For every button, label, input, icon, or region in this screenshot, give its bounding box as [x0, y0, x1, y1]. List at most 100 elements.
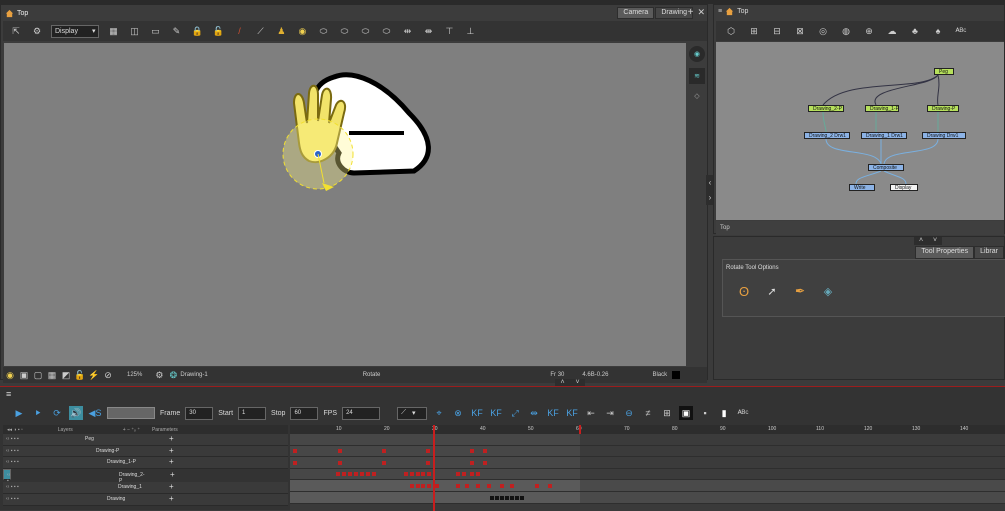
- abc-2-icon[interactable]: ᴬᴮᶜ: [736, 406, 750, 420]
- node-drawing-2-p[interactable]: Drawing_2-P: [808, 105, 844, 112]
- keyframe[interactable]: [510, 495, 514, 500]
- line-icon[interactable]: ⟋: [253, 24, 267, 38]
- tree-2-icon[interactable]: ♠: [931, 24, 945, 38]
- frame-track[interactable]: [290, 434, 1005, 446]
- kf-2-icon[interactable]: KF: [489, 406, 503, 420]
- square-icon[interactable]: ▮: [717, 406, 731, 420]
- keyframe[interactable]: [336, 472, 340, 477]
- add-parameter-icon[interactable]: +: [169, 482, 174, 491]
- frame-track[interactable]: [290, 480, 1005, 492]
- keyframe[interactable]: [421, 472, 425, 477]
- align-3-icon[interactable]: ⊥: [463, 24, 477, 38]
- lasso-icon[interactable]: ʘ: [735, 282, 753, 300]
- frame-track[interactable]: [290, 492, 1005, 504]
- fps-input[interactable]: 24: [342, 406, 381, 420]
- nodes-icon[interactable]: ⊞: [747, 24, 761, 38]
- split-icon[interactable]: ⊞: [660, 406, 674, 420]
- keyframe[interactable]: [404, 472, 408, 477]
- menu-icon[interactable]: ≡: [718, 8, 722, 15]
- loop-icon[interactable]: ⟳: [50, 406, 64, 420]
- diamond-icon[interactable]: ◇: [689, 89, 705, 103]
- grid-2-icon[interactable]: ▦: [45, 368, 59, 382]
- keyframe[interactable]: [427, 483, 431, 488]
- keyframe[interactable]: [476, 483, 480, 488]
- no-icon[interactable]: ⊘: [101, 368, 115, 382]
- play-selection-icon[interactable]: ⯈: [31, 406, 45, 420]
- nodes-2-icon[interactable]: ⊟: [770, 24, 784, 38]
- bulb-icon[interactable]: ◉: [295, 24, 309, 38]
- keyframe[interactable]: [372, 472, 376, 477]
- kf-3-icon[interactable]: KF: [546, 406, 560, 420]
- ease-2-icon[interactable]: ≠: [641, 406, 655, 420]
- layer-controls[interactable]: ‹‹ ▪ ▪ ▪: [6, 496, 19, 502]
- node-display[interactable]: Display: [890, 184, 918, 191]
- keyframe[interactable]: [416, 483, 420, 488]
- playhead[interactable]: [433, 425, 435, 511]
- close-icon[interactable]: ✕: [697, 7, 705, 18]
- keyframe[interactable]: [427, 472, 431, 477]
- ellipse-4-icon[interactable]: ⬭: [379, 24, 393, 38]
- dot-icon[interactable]: ▪: [698, 406, 712, 420]
- ellipse-icon[interactable]: ⬭: [316, 24, 330, 38]
- light-icon[interactable]: ◉: [3, 368, 17, 382]
- keyframe[interactable]: [535, 483, 539, 488]
- keyframe[interactable]: [416, 472, 420, 477]
- keyframe[interactable]: [360, 472, 364, 477]
- abc-icon[interactable]: ᴬᴮᶜ: [954, 24, 968, 38]
- node-composite[interactable]: Composite: [868, 164, 904, 171]
- cloud-icon[interactable]: ☁: [885, 24, 899, 38]
- layer-row[interactable]: ‹‹ ▪ ▪ ▪ Drawing_1 +: [3, 482, 288, 494]
- sphere-2-icon[interactable]: ◍: [839, 24, 853, 38]
- frame-track[interactable]: [290, 457, 1005, 469]
- chevron-up-2-icon[interactable]: ˄: [919, 237, 923, 245]
- nodes-3-icon[interactable]: ⊠: [793, 24, 807, 38]
- keyframe[interactable]: [470, 449, 474, 454]
- keyframe[interactable]: [505, 495, 509, 500]
- peg-icon[interactable]: ⬡: [724, 24, 738, 38]
- onion-skin-icon[interactable]: ◫: [127, 24, 141, 38]
- chevron-left-icon[interactable]: ‹: [709, 178, 712, 187]
- keyframe[interactable]: [382, 460, 386, 465]
- safe-area-icon[interactable]: ▢: [31, 368, 45, 382]
- node-drawing-2-drw[interactable]: Drawing_2 Drw1: [804, 132, 850, 139]
- keyframe[interactable]: [515, 495, 519, 500]
- layer-controls[interactable]: ‹‹ ▪ ▪ ▪: [6, 459, 19, 465]
- camera-mask-icon[interactable]: ◩: [59, 368, 73, 382]
- stop-input[interactable]: 60: [290, 406, 319, 420]
- ease-icon[interactable]: ⊖: [622, 406, 636, 420]
- add-tab-icon[interactable]: +: [688, 7, 694, 18]
- keyframe[interactable]: [382, 449, 386, 454]
- start-input[interactable]: 1: [238, 406, 267, 420]
- keyframe[interactable]: [338, 460, 342, 465]
- play-icon[interactable]: ▶: [12, 406, 26, 420]
- frame-nav-2-icon[interactable]: ⇥: [603, 406, 617, 420]
- tree-icon[interactable]: ♣: [908, 24, 922, 38]
- ellipse-3-icon[interactable]: ⬭: [358, 24, 372, 38]
- keyframe[interactable]: [366, 472, 370, 477]
- brush-icon[interactable]: /: [232, 24, 246, 38]
- keyframe[interactable]: [465, 483, 469, 488]
- frame-track[interactable]: [290, 468, 1005, 481]
- keyframe[interactable]: [293, 460, 297, 465]
- keyframe[interactable]: [500, 483, 504, 488]
- keyframe[interactable]: [548, 483, 552, 488]
- keyframe-icon[interactable]: ⌖: [432, 406, 446, 420]
- frame-icon[interactable]: ▣: [17, 368, 31, 382]
- layer-row[interactable]: ‹‹ ▪ ▪ ▪Drawing_2-P+: [3, 468, 175, 496]
- unlock-icon[interactable]: 🔓: [211, 24, 225, 38]
- color-swatch[interactable]: [672, 371, 681, 379]
- keyframe[interactable]: [293, 449, 297, 454]
- node-drawing-p[interactable]: Drawing-P: [927, 105, 959, 112]
- layers-icon[interactable]: ≋: [689, 68, 705, 84]
- layer-row[interactable]: ‹‹ ▪ ▪ ▪ Drawing_1-P +: [3, 457, 288, 469]
- keyframe[interactable]: [338, 449, 342, 454]
- layer-add-icon[interactable]: + − ⁺ₒ ⁺: [123, 427, 140, 433]
- layer-row[interactable]: ‹‹ ▪ ▪ ▪ Drawing-P +: [3, 445, 288, 458]
- node-write[interactable]: Write: [849, 184, 875, 191]
- keyframe[interactable]: [426, 460, 430, 465]
- fill-icon[interactable]: ◈: [819, 282, 837, 300]
- node-peg[interactable]: Peg: [934, 68, 954, 75]
- drawing-icon[interactable]: ❂: [166, 368, 180, 382]
- chevron-down-3-icon[interactable]: ˅: [933, 237, 937, 245]
- sphere-icon[interactable]: ◎: [816, 24, 830, 38]
